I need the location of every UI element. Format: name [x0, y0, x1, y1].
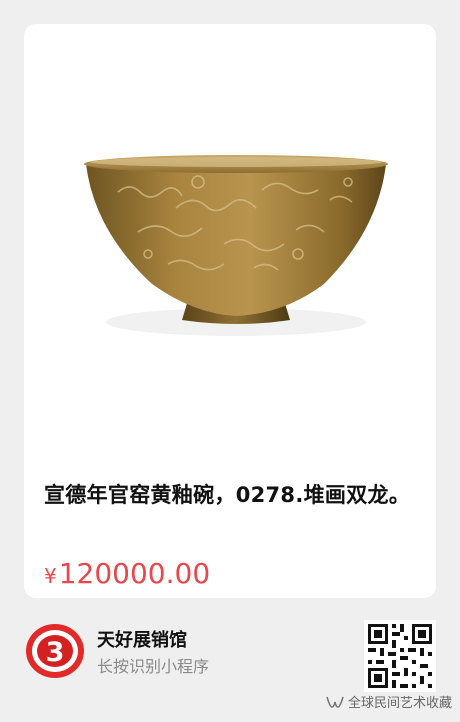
product-card[interactable]: 宣德年官窑黄釉碗，0278.堆画双龙。 ¥ 120000.00: [24, 24, 436, 598]
mini-program-footer[interactable]: 3 天好展销馆 长按识别小程序 全球民间艺术收藏: [0, 608, 460, 722]
price-value: 120000.00: [58, 557, 211, 590]
watermark: 全球民间艺术收藏: [326, 692, 452, 711]
currency-symbol: ¥: [44, 564, 57, 588]
logo-glyph: 3: [46, 637, 65, 668]
product-price: ¥ 120000.00: [44, 557, 210, 590]
wechat-channel-icon: [326, 696, 344, 708]
mini-program-hint: 长按识别小程序: [97, 657, 210, 676]
shop-name[interactable]: 天好展销馆: [97, 626, 187, 652]
product-image[interactable]: [48, 32, 412, 452]
watermark-text: 全球民间艺术收藏: [347, 696, 452, 711]
qr-code-icon[interactable]: [364, 620, 436, 692]
shop-logo-icon[interactable]: 3: [24, 622, 86, 680]
product-title: 宣德年官窑黄釉碗，0278.堆画双龙。: [44, 483, 411, 507]
